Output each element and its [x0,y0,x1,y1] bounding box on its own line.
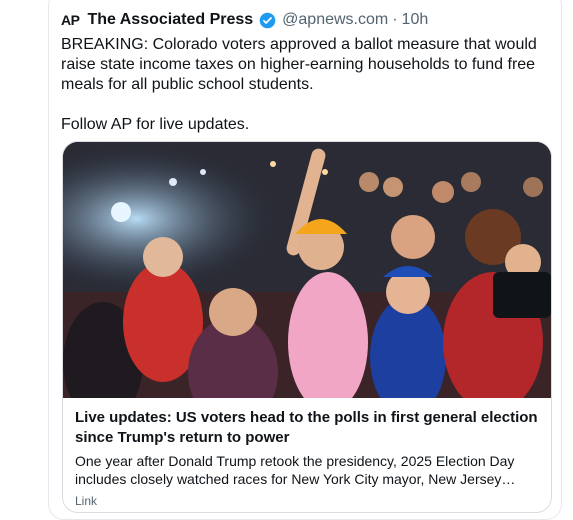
crowd-photo-icon [63,142,551,398]
card-text[interactable]: Live updates: US voters head to the poll… [63,398,551,512]
card-source[interactable]: Link [75,494,539,508]
account-handle[interactable]: @apnews.com [282,11,388,29]
breaking-text: BREAKING: Colorado voters approved a bal… [61,36,537,93]
post-time[interactable]: 10h [402,11,429,29]
card-description: One year after Donald Trump retook the p… [75,453,515,487]
link-card[interactable]: Live updates: US voters head to the poll… [62,141,552,513]
verified-badge-icon [259,12,276,29]
tweet-card[interactable]: AP The Associated Press @apnews.com · 10… [48,0,562,520]
tweet-text: BREAKING: Colorado voters approved a bal… [61,35,551,135]
card-image[interactable] [63,142,551,398]
separator-dot: · [392,11,398,28]
account-name[interactable]: The Associated Press [87,11,253,29]
tweet-header: AP The Associated Press @apnews.com · 10… [61,11,428,29]
card-title[interactable]: Live updates: US voters head to the poll… [75,408,539,448]
ap-logo[interactable]: AP [61,12,80,28]
follow-text: Follow AP for live updates. [61,116,250,133]
